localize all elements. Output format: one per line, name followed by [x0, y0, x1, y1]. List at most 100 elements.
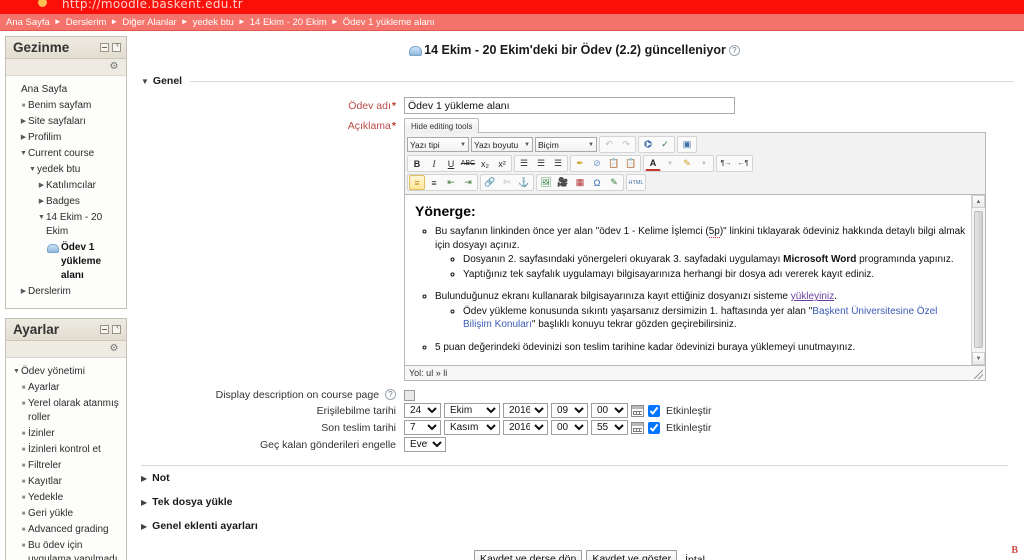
redo-icon[interactable]: ↷	[618, 137, 634, 152]
scroll-down-icon[interactable]: ▼	[972, 352, 985, 365]
settings-item-yerel-olarak-atanm-roller[interactable]: ■ Yerel olarak atanmış roller	[12, 396, 121, 426]
nav-item-badges[interactable]: ▶ Badges	[12, 194, 121, 210]
breadcrumb-item[interactable]: Diğer Alanlar	[122, 17, 176, 28]
chevron-right-icon[interactable]: ▶	[37, 179, 46, 193]
rtl-icon[interactable]: ←¶	[735, 156, 751, 171]
settings-item-i-zinler[interactable]: ■ İzinler	[12, 426, 121, 442]
equation-editor-icon[interactable]: ✎	[606, 175, 622, 190]
paste-word-icon[interactable]: 📋	[606, 156, 622, 171]
open-day-select[interactable]: 24	[404, 403, 441, 418]
dock-icon[interactable]	[112, 322, 122, 334]
insert-image-icon[interactable]: 🖼	[538, 175, 554, 190]
chevron-right-icon[interactable]: ▶	[37, 195, 46, 209]
section-not-header[interactable]: ▶ Not	[141, 466, 1014, 490]
html-source-icon[interactable]: HTML	[628, 175, 644, 190]
nav-item-current-course[interactable]: ▼ Current course	[12, 146, 121, 162]
open-minute-select[interactable]: 00	[591, 403, 628, 418]
nav-item-dev-1-y-kleme-alan[interactable]: Ödev 1 yükleme alanı	[12, 240, 121, 284]
clean-html-icon[interactable]: ✒	[572, 156, 588, 171]
resize-grip[interactable]	[974, 370, 983, 379]
nav-item-ana-sayfa[interactable]: Ana Sayfa	[12, 82, 121, 98]
font-color-caret-icon[interactable]: ▼	[662, 156, 678, 171]
undo-icon[interactable]: ↶	[601, 137, 617, 152]
open-enable-checkbox[interactable]	[648, 404, 660, 417]
font-family-select[interactable]: Yazı tipi ▼	[407, 137, 469, 152]
nav-item-derslerim[interactable]: ▶ Derslerim	[12, 284, 121, 300]
open-hour-select[interactable]: 09	[551, 403, 588, 418]
format-select[interactable]: Biçim ▼	[535, 137, 597, 152]
settings-item-dev-y-netimi[interactable]: ▼ Ödev yönetimi	[12, 364, 121, 380]
gear-icon[interactable]: ⚙	[109, 62, 119, 72]
nav-item-kat-l-mc-lar[interactable]: ▶ Katılımcılar	[12, 178, 121, 194]
settings-item-kay-tlar[interactable]: ■ Kayıtlar	[12, 474, 121, 490]
breadcrumb-item[interactable]: 14 Ekim - 20 Ekim	[250, 17, 327, 28]
highlight-caret-icon[interactable]: ▼	[696, 156, 712, 171]
anchor-icon[interactable]: ⚓	[516, 175, 532, 190]
ltr-icon[interactable]: ¶→	[718, 156, 734, 171]
chevron-down-icon[interactable]: ▼	[28, 163, 37, 177]
strikethrough-icon[interactable]: ABC	[460, 156, 476, 171]
nav-item-benim-sayfam[interactable]: ■ Benim sayfam	[12, 98, 121, 114]
settings-item-filtreler[interactable]: ■ Filtreler	[12, 458, 121, 474]
align-right-icon[interactable]: ☰	[550, 156, 566, 171]
help-icon[interactable]: ?	[385, 389, 396, 400]
paste-text-icon[interactable]: 📋	[623, 156, 639, 171]
settings-item-advanced-grading[interactable]: ■ Advanced grading	[12, 522, 121, 538]
due-minute-select[interactable]: 55	[591, 420, 628, 435]
prevent-late-select[interactable]: Evet	[404, 437, 446, 452]
outdent-icon[interactable]: ⇤	[443, 175, 459, 190]
chevron-down-icon[interactable]: ▼	[19, 147, 28, 161]
numbered-list-icon[interactable]: ≡	[426, 175, 442, 190]
save-and-return-button[interactable]: Kaydet ve derse dön	[474, 550, 583, 560]
breadcrumb-item[interactable]: Derslerim	[66, 17, 107, 28]
editor-content-area[interactable]: Yönerge: Bu sayfanın linkinden önce yer …	[404, 195, 986, 366]
section-general-header[interactable]: ▼ Genel	[141, 75, 1014, 87]
align-left-icon[interactable]: ☰	[516, 156, 532, 171]
insert-table-icon[interactable]: ▦	[572, 175, 588, 190]
b2-link[interactable]: yükleyiniz	[791, 291, 834, 302]
nav-item-site-sayfalar[interactable]: ▶ Site sayfaları	[12, 114, 121, 130]
settings-item-ayarlar[interactable]: ■ Ayarlar	[12, 380, 121, 396]
due-enable-checkbox[interactable]	[648, 421, 660, 434]
superscript-icon[interactable]: x²	[494, 156, 510, 171]
font-size-select[interactable]: Yazı boyutu ▼	[471, 137, 533, 152]
settings-item-yedekle[interactable]: ■ Yedekle	[12, 490, 121, 506]
breadcrumb-item[interactable]: Ana Sayfa	[6, 17, 50, 28]
chevron-down-icon[interactable]: ▼	[12, 365, 21, 379]
spellcheck-icon[interactable]: ✓	[657, 137, 673, 152]
nav-item-14-ekim-20-ekim[interactable]: ▼ 14 Ekim - 20 Ekim	[12, 210, 121, 240]
calendar-icon[interactable]	[631, 421, 644, 434]
settings-item-geri-y-kle[interactable]: ■ Geri yükle	[12, 506, 121, 522]
cancel-button[interactable]: İptal	[685, 554, 705, 560]
section-tek-dosya-y-kle-header[interactable]: ▶ Tek dosya yükle	[141, 490, 1014, 514]
indent-icon[interactable]: ⇥	[460, 175, 476, 190]
remove-format-icon[interactable]: ⊘	[589, 156, 605, 171]
nav-item-yedek-btu[interactable]: ▼ yedek btu	[12, 162, 121, 178]
insert-media-icon[interactable]: 🎥	[555, 175, 571, 190]
browser-url-bar[interactable]: http://moodle.baskent.edu.tr	[0, 0, 1024, 14]
hide-editing-tools-tab[interactable]: Hide editing tools	[404, 118, 480, 133]
bullet-list-icon[interactable]: ≡	[409, 175, 425, 190]
italic-icon[interactable]: I	[426, 156, 442, 171]
underline-icon[interactable]: U	[443, 156, 459, 171]
due-month-select[interactable]: Kasım	[444, 420, 500, 435]
settings-item-bu-dev-i-in-uygulama-yap-lmad[interactable]: ■ Bu ödev için uygulama yapılmadı	[12, 538, 121, 560]
help-icon[interactable]: ?	[728, 45, 740, 56]
breadcrumb-item[interactable]: yedek btu	[193, 17, 234, 28]
chevron-right-icon[interactable]: ▶	[19, 131, 28, 145]
due-hour-select[interactable]: 00	[551, 420, 588, 435]
editor-scrollbar[interactable]: ▲ ▼	[971, 195, 985, 365]
nav-item-profilim[interactable]: ▶ Profilim	[12, 130, 121, 146]
special-char-icon[interactable]: Ω	[589, 175, 605, 190]
chevron-right-icon[interactable]: ▶	[19, 285, 28, 299]
fullscreen-icon[interactable]: ▣	[679, 137, 695, 152]
align-center-icon[interactable]: ☰	[533, 156, 549, 171]
section-genel-eklenti-ayarlar-header[interactable]: ▶ Genel eklenti ayarları	[141, 514, 1014, 538]
calendar-icon[interactable]	[631, 404, 644, 417]
scroll-up-icon[interactable]: ▲	[972, 195, 985, 208]
collapse-icon[interactable]	[100, 325, 109, 334]
font-color-icon[interactable]: A	[645, 156, 661, 171]
subscript-icon[interactable]: x₂	[477, 156, 493, 171]
gear-icon[interactable]: ⚙	[109, 344, 119, 354]
chevron-down-icon[interactable]: ▼	[37, 211, 46, 225]
